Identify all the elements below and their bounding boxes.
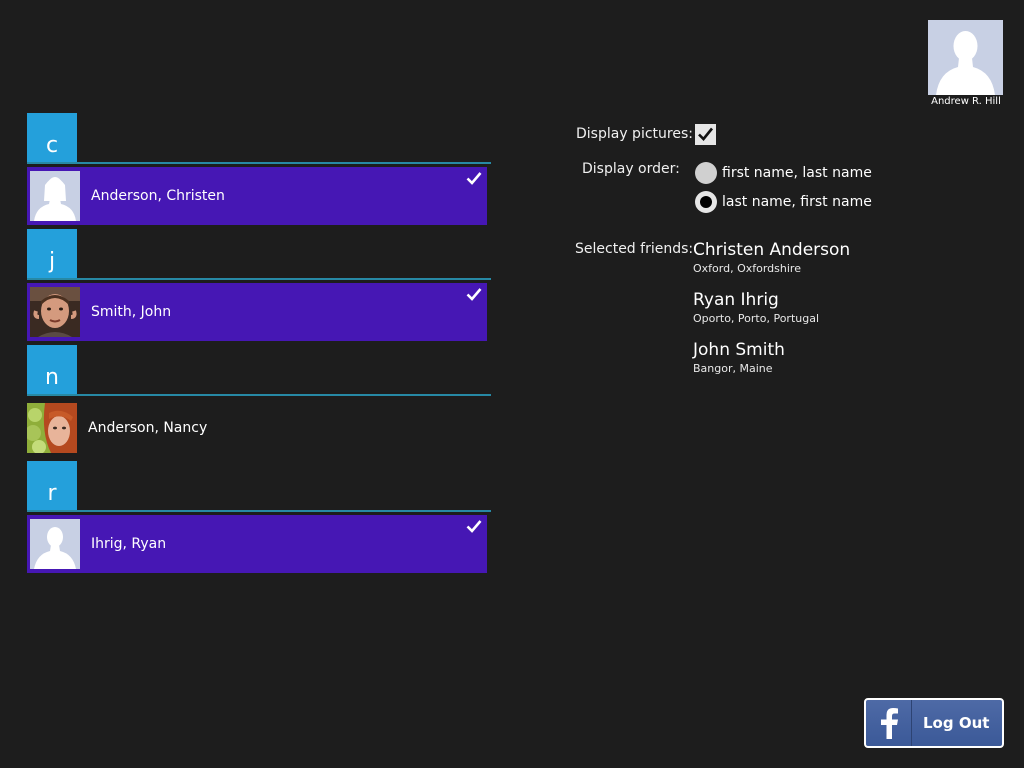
friend-name: Smith, John (91, 304, 172, 320)
photo-woman-icon (27, 403, 77, 453)
checkmark-icon (466, 288, 482, 301)
friend-item-anderson-christen[interactable]: Anderson, Christen (27, 167, 487, 225)
friend-group-n: n Anderson, Nancy (27, 345, 491, 457)
selected-friend-item: John Smith Bangor, Maine (693, 340, 993, 390)
friend-group-r: r Ihrig, Ryan (27, 461, 491, 573)
group-header: n (27, 345, 491, 396)
group-letter[interactable]: r (27, 461, 77, 510)
silhouette-male-icon (928, 20, 1003, 95)
friend-list: c Anderson, Christen j Smith, John n And… (27, 113, 491, 577)
selected-friends-list: Christen Anderson Oxford, Oxfordshire Ry… (693, 240, 993, 390)
order-first-last-option[interactable]: first name, last name (695, 162, 872, 184)
friend-item-anderson-nancy[interactable]: Anderson, Nancy (27, 399, 487, 457)
selected-friend-location: Bangor, Maine (693, 362, 773, 375)
silhouette-female-icon (30, 171, 80, 221)
selected-friend-item: Ryan Ihrig Oporto, Porto, Portugal (693, 290, 993, 340)
group-header: j (27, 229, 491, 280)
logout-button[interactable]: Log Out (864, 698, 1004, 748)
selected-friend-name: John Smith (693, 340, 785, 360)
selected-friend-location: Oxford, Oxfordshire (693, 262, 801, 275)
facebook-f-icon (866, 700, 912, 746)
friend-name: Ihrig, Ryan (91, 536, 167, 552)
silhouette-male-icon (30, 519, 80, 569)
selected-friend-item: Christen Anderson Oxford, Oxfordshire (693, 240, 993, 290)
friend-name: Anderson, Nancy (88, 420, 208, 436)
order-last-first-option[interactable]: last name, first name (695, 191, 872, 213)
logout-label: Log Out (923, 714, 990, 732)
selected-friends-label: Selected friends: (575, 241, 694, 257)
group-header: r (27, 461, 491, 512)
friend-group-j: j Smith, John (27, 229, 491, 341)
checkmark-icon (698, 127, 714, 141)
current-user: Andrew R. Hill (928, 20, 1004, 107)
group-header: c (27, 113, 491, 164)
photo-man-icon (30, 287, 80, 337)
order-option-label: first name, last name (722, 165, 872, 181)
display-pictures-label: Display pictures: (576, 126, 693, 142)
friend-group-c: c Anderson, Christen (27, 113, 491, 225)
selected-friend-name: Ryan Ihrig (693, 290, 779, 310)
order-option-label: last name, first name (722, 194, 872, 210)
group-letter[interactable]: n (27, 345, 77, 394)
current-user-name: Andrew R. Hill (931, 96, 1001, 107)
checkmark-icon (466, 172, 482, 185)
friend-item-ihrig-ryan[interactable]: Ihrig, Ryan (27, 515, 487, 573)
friend-name: Anderson, Christen (91, 188, 225, 204)
group-letter[interactable]: c (27, 113, 77, 162)
checkmark-icon (466, 520, 482, 533)
selected-friend-location: Oporto, Porto, Portugal (693, 312, 820, 325)
friend-item-smith-john[interactable]: Smith, John (27, 283, 487, 341)
display-pictures-checkbox[interactable] (695, 124, 716, 145)
group-letter[interactable]: j (27, 229, 77, 278)
radio-button[interactable] (695, 162, 717, 184)
radio-button[interactable] (695, 191, 717, 213)
selected-friend-name: Christen Anderson (693, 240, 851, 260)
display-order-label: Display order: (582, 161, 680, 177)
